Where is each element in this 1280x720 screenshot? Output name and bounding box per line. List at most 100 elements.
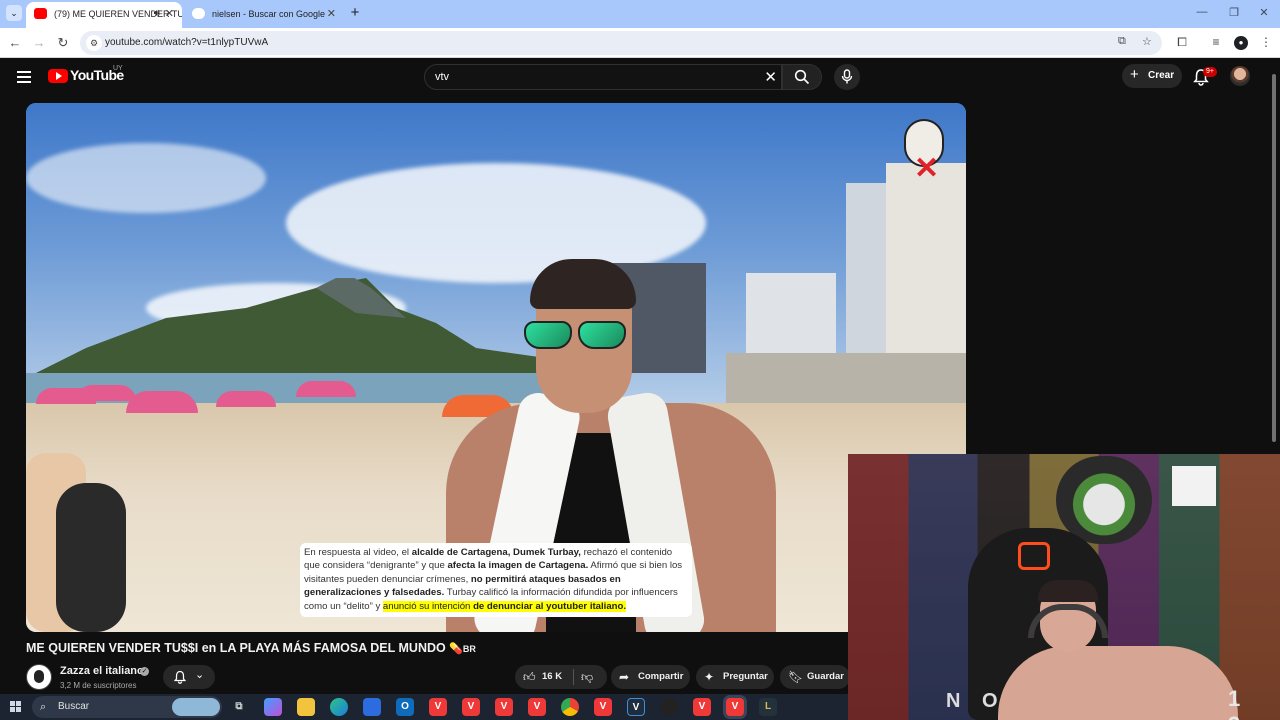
streamer xyxy=(998,580,1238,720)
media-controls-icon[interactable]: ≡ xyxy=(1208,35,1224,49)
youtube-favicon-icon xyxy=(34,8,47,19)
vivaldi-icon[interactable]: V xyxy=(726,698,744,716)
extensions-icon[interactable]: ⧠ xyxy=(1174,35,1190,50)
minimize-icon[interactable]: — xyxy=(1188,6,1216,18)
vivaldi-icon[interactable]: V xyxy=(693,698,711,716)
search-icon xyxy=(794,69,810,85)
tab-search-button[interactable]: ⌄ xyxy=(6,5,22,21)
search-query[interactable]: vtv xyxy=(435,65,449,90)
wall-letters-right: 1 3 xyxy=(1228,686,1249,720)
like-dislike-group: 👍︎ 16 K 👎︎ xyxy=(515,665,607,689)
browser-menu-icon[interactable]: ⋮ xyxy=(1258,35,1274,49)
save-button[interactable]: 🔖︎ Guardar xyxy=(780,665,850,689)
browser-profile-icon[interactable]: ● xyxy=(1234,36,1248,50)
taskbar-search-box[interactable]: ⌕ Buscar xyxy=(32,696,222,718)
streamer-hair xyxy=(1038,580,1098,602)
account-avatar[interactable] xyxy=(1230,66,1250,86)
close-window-icon[interactable]: ✕ xyxy=(1250,6,1278,19)
streamer-webcam-overlay: 1 3 N O xyxy=(848,454,1280,720)
windows-start-icon[interactable] xyxy=(10,701,22,713)
windows-taskbar: ⌕ Buscar ⧉ O V V V V V V V V L xyxy=(0,694,848,720)
search-icon: ⌕ xyxy=(40,701,47,713)
country-code: UY xyxy=(113,65,123,72)
streamer-body xyxy=(998,646,1238,720)
like-count[interactable]: 16 K xyxy=(542,665,562,689)
video-title-suffix: BR xyxy=(462,644,476,654)
forward-icon[interactable]: → xyxy=(30,34,48,52)
chrome-icon[interactable] xyxy=(561,698,579,716)
tab-youtube-video[interactable]: (79) ME QUIEREN VENDER TU$$I 🔊︎ ✕ xyxy=(26,2,182,28)
ask-button[interactable]: ✦ Preguntar xyxy=(696,665,774,689)
share-button[interactable]: ➦ Compartir xyxy=(611,665,690,689)
game-launcher-icon[interactable]: L xyxy=(759,698,777,716)
save-label: Guardar xyxy=(807,671,844,682)
video-umbrella xyxy=(76,385,136,401)
reload-icon[interactable]: ↻ xyxy=(54,34,72,52)
speaker-icon[interactable]: 🔊︎ xyxy=(154,2,160,26)
site-info-icon[interactable]: ⚙ xyxy=(86,35,102,51)
dislike-icon[interactable]: 👎︎ xyxy=(581,665,593,689)
tab-google-search[interactable]: nielsen - Buscar con Google ✕ xyxy=(184,2,344,28)
vscode-icon[interactable]: V xyxy=(627,698,645,716)
video-building xyxy=(886,163,966,383)
clear-search-icon[interactable]: ✕ xyxy=(764,65,777,90)
vivaldi-icon[interactable]: V xyxy=(495,698,513,716)
store-icon[interactable] xyxy=(363,698,381,716)
create-button[interactable]: + Crear xyxy=(1122,64,1182,88)
subscription-notifications-button[interactable]: ⌄ xyxy=(163,665,215,689)
caption-bold: alcalde de Cartagena, Dumek Turbay, xyxy=(411,547,581,558)
presenter-hair xyxy=(530,259,636,309)
url-text[interactable]: youtube.com/watch?v=t1nlypTUVwA xyxy=(105,31,268,55)
copilot-icon[interactable] xyxy=(264,698,282,716)
chevron-down-icon: ⌄ xyxy=(195,669,205,681)
restore-icon[interactable]: ❐ xyxy=(1220,6,1248,19)
wall-letters-left: N O xyxy=(946,690,1006,712)
google-favicon-icon xyxy=(192,8,205,19)
guide-menu-icon[interactable] xyxy=(17,71,31,83)
bookmark-star-icon[interactable]: ☆ xyxy=(1142,35,1152,48)
like-icon[interactable]: 👍︎ xyxy=(523,665,536,689)
back-icon[interactable]: ← xyxy=(6,34,24,52)
tab-title: (79) ME QUIEREN VENDER TU$$I xyxy=(54,9,182,19)
like-divider xyxy=(573,669,574,685)
channel-watermark-logo: ✕ xyxy=(896,115,960,189)
subscriber-count: 3,2 M de suscriptores xyxy=(60,681,137,690)
obs-icon[interactable] xyxy=(660,698,678,716)
address-bar[interactable]: ⚙ youtube.com/watch?v=t1nlypTUVwA ⧉ ☆ xyxy=(80,31,1162,55)
share-label: Compartir xyxy=(638,671,684,682)
page-scrollbar[interactable] xyxy=(1270,68,1278,496)
edge-icon[interactable] xyxy=(330,698,348,716)
video-title-text: ME QUIEREN VENDER TU$$I en LA PLAYA MÁS … xyxy=(26,641,446,655)
search-input[interactable]: vtv ✕ xyxy=(424,64,782,90)
task-view-icon[interactable]: ⧉ xyxy=(230,698,248,716)
notifications-badge: 9+ xyxy=(1203,67,1217,77)
sparkle-icon: ✦ xyxy=(704,670,715,684)
file-explorer-icon[interactable] xyxy=(297,698,315,716)
create-label: Crear xyxy=(1148,70,1175,81)
browser-toolbar: ← → ↻ ⚙ youtube.com/watch?v=t1nlypTUVwA … xyxy=(0,28,1280,58)
search-button[interactable] xyxy=(782,64,822,90)
scrollbar-thumb[interactable] xyxy=(1272,74,1276,442)
youtube-logo-icon[interactable] xyxy=(48,69,68,83)
microphone-icon xyxy=(841,69,853,84)
vivaldi-icon[interactable]: V xyxy=(594,698,612,716)
poster-character xyxy=(1172,466,1216,506)
bell-icon xyxy=(173,670,187,684)
channel-name[interactable]: Zazza el italiano xyxy=(60,665,144,677)
plus-icon: + xyxy=(1130,66,1139,83)
vivaldi-icon[interactable]: V xyxy=(462,698,480,716)
close-tab-icon[interactable]: ✕ xyxy=(327,2,336,26)
voice-search-button[interactable] xyxy=(834,64,860,90)
new-tab-button[interactable]: + xyxy=(346,4,364,22)
presenter-sunglasses xyxy=(524,321,634,351)
video-left-person xyxy=(26,453,136,632)
search-highlight-image xyxy=(172,698,220,716)
close-tab-icon[interactable]: ✕ xyxy=(165,2,174,26)
video-player[interactable]: ✕ En respuesta al video, el alcalde de C… xyxy=(26,103,966,632)
vivaldi-icon[interactable]: V xyxy=(528,698,546,716)
browser-tab-strip: ⌄ (79) ME QUIEREN VENDER TU$$I 🔊︎ ✕ niel… xyxy=(0,0,1280,28)
vivaldi-icon[interactable]: V xyxy=(429,698,447,716)
channel-avatar[interactable] xyxy=(26,664,52,690)
install-app-icon[interactable]: ⧉ xyxy=(1118,35,1126,48)
outlook-icon[interactable]: O xyxy=(396,698,414,716)
